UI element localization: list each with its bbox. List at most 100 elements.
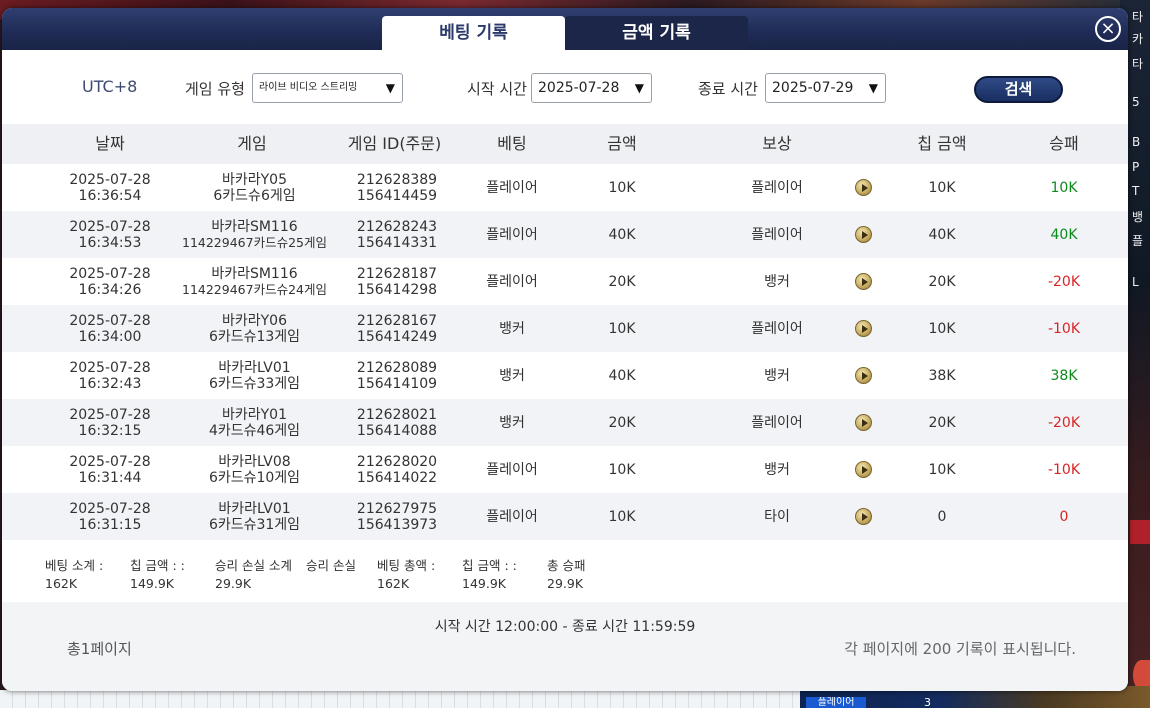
date-cell: 2025-07-28 16:34:53 — [50, 211, 170, 258]
table-row: 2025-07-28 16:34:26 바카라SM116 114229467카드슈24… — [2, 258, 1128, 305]
win-loss-cell: -20K — [1024, 399, 1104, 446]
win-loss-cell-text: 0 — [1059, 508, 1069, 525]
win-loss-cell-text: -20K — [1047, 414, 1081, 431]
tab-betting-history[interactable]: 베팅 기록 — [382, 16, 565, 50]
amount-cell-text: 10K — [608, 508, 636, 525]
win-loss-cell: -10K — [1024, 446, 1104, 493]
date-cell-subtext: 16:31:44 — [78, 469, 142, 486]
background-side-text: L — [1132, 275, 1139, 289]
summary-label: 칩 금액 : : — [130, 558, 185, 573]
bet-cell-text: 뱅커 — [499, 320, 525, 337]
game-cell: 바카라LV01 6카드슈33게임 — [172, 352, 337, 399]
replay-play-icon[interactable] — [855, 273, 872, 290]
result-cell: 플레이어 — [722, 399, 832, 446]
result-cell: 플레이어 — [722, 305, 832, 352]
table-row: 2025-07-28 16:32:15 바카라Y01 4카드슈46게임 21262802… — [2, 399, 1128, 446]
summary-label: 베팅 총액 : — [377, 558, 436, 573]
game-id-cell-text: 212627975 — [356, 500, 438, 517]
end-time-label: 종료 시간 — [698, 80, 758, 98]
date-cell-subtext: 16:34:26 — [78, 281, 142, 298]
game-cell-text: 바카라LV01 — [218, 500, 291, 517]
date-cell-text: 2025-07-28 — [69, 312, 151, 329]
game-cell-subtext: 6카드슈31게임 — [208, 516, 301, 533]
result-cell: 타이 — [722, 493, 832, 540]
result-cell: 뱅커 — [722, 258, 832, 305]
tab-amount-history[interactable]: 금액 기록 — [565, 16, 748, 50]
table-row: 2025-07-28 16:32:43 바카라LV01 6카드슈33게임 2126280… — [2, 352, 1128, 399]
game-cell: 바카라LV08 6카드슈10게임 — [172, 446, 337, 493]
replay-play-icon[interactable] — [855, 414, 872, 431]
date-cell-text: 2025-07-28 — [69, 265, 151, 282]
result-cell: 플레이어 — [722, 164, 832, 211]
table-row: 2025-07-28 16:34:00 바카라Y06 6카드슈13게임 21262816… — [2, 305, 1128, 352]
summary-label: 승리 손실 소계 — [215, 558, 292, 573]
replay-play-icon[interactable] — [855, 179, 872, 196]
result-cell-text: 뱅커 — [764, 461, 790, 478]
date-cell: 2025-07-28 16:34:26 — [50, 258, 170, 305]
game-cell-text: 바카라LV01 — [218, 359, 291, 376]
game-cell: 바카라Y05 6카드슈6게임 — [172, 164, 337, 211]
search-button[interactable]: 검색 — [974, 76, 1063, 103]
chip-amount-cell-text: 0 — [937, 508, 947, 525]
date-cell: 2025-07-28 16:32:15 — [50, 399, 170, 446]
date-cell-text: 2025-07-28 — [69, 406, 151, 423]
replay-play-icon[interactable] — [855, 226, 872, 243]
chip-amount-cell: 10K — [892, 446, 992, 493]
background-side-text: 플 — [1132, 234, 1144, 248]
date-cell-subtext: 16:36:54 — [78, 187, 142, 204]
game-cell: 바카라SM116 114229467카드슈24게임 — [172, 258, 337, 305]
replay-play-icon[interactable] — [855, 320, 872, 337]
amount-cell: 20K — [582, 399, 662, 446]
time-range-text: 시작 시간 12:00:00 - 종료 시간 11:59:59 — [434, 619, 696, 635]
chip-amount-cell-text: 20K — [928, 273, 956, 290]
game-cell: 바카라Y06 6카드슈13게임 — [172, 305, 337, 352]
chip-amount-cell: 20K — [892, 258, 992, 305]
replay-play-icon[interactable] — [855, 508, 872, 525]
win-loss-cell-text: -20K — [1047, 273, 1081, 290]
close-icon[interactable]: ⨯ — [1095, 16, 1121, 42]
game-cell-text: 바카라SM116 — [211, 218, 298, 235]
summary-label: 총 승패 — [547, 558, 586, 573]
game-id-cell-subtext: 156414249 — [356, 328, 438, 345]
replay-play-icon[interactable] — [855, 367, 872, 384]
background-side-text: 타 — [1132, 57, 1144, 71]
game-cell-subtext: 4카드슈46게임 — [208, 422, 301, 439]
result-cell-text: 플레이어 — [751, 226, 803, 243]
game-cell-text: 바카라Y01 — [221, 406, 287, 423]
date-cell: 2025-07-28 16:36:54 — [50, 164, 170, 211]
game-cell: 바카라Y01 4카드슈46게임 — [172, 399, 337, 446]
column-header-game-id: 게임 ID(주문) — [347, 134, 442, 153]
chevron-down-icon: ▼ — [868, 81, 878, 95]
bet-cell: 뱅커 — [472, 399, 552, 446]
chip-amount-cell-text: 10K — [928, 461, 956, 478]
amount-cell-text: 40K — [608, 367, 636, 384]
bet-cell-text: 뱅커 — [499, 367, 525, 384]
chip-amount-cell-text: 20K — [928, 414, 956, 431]
replay-play-icon[interactable] — [855, 461, 872, 478]
amount-cell-text: 40K — [608, 226, 636, 243]
result-cell-text: 플레이어 — [751, 414, 803, 431]
end-date-select[interactable]: 2025-07-29 ▼ — [765, 73, 886, 103]
win-loss-cell-text: -10K — [1047, 461, 1081, 478]
game-id-cell-text: 212628021 — [356, 406, 438, 423]
records-per-page-text: 각 페이지에 200 기록이 표시됩니다. — [844, 640, 1076, 658]
date-cell-subtext: 16:32:15 — [78, 422, 142, 439]
game-id-cell-subtext: 156414331 — [356, 234, 438, 251]
date-cell-subtext: 16:31:15 — [78, 516, 142, 533]
summary-value: 162K — [377, 576, 410, 591]
start-date-select[interactable]: 2025-07-28 ▼ — [531, 73, 652, 103]
bet-cell-text: 플레이어 — [486, 226, 538, 243]
game-id-cell: 212628020 156414022 — [342, 446, 452, 493]
background-side-text: 카 — [1132, 32, 1144, 46]
win-loss-cell-text: -10K — [1047, 320, 1081, 337]
background-red-badge — [1130, 520, 1150, 544]
background-side-text: B — [1132, 135, 1141, 149]
game-type-select[interactable]: 라이브 비디오 스트리밍 ▼ — [252, 73, 403, 103]
game-cell-text: 바카라LV08 — [218, 453, 291, 470]
chip-amount-cell-text: 40K — [928, 226, 956, 243]
date-cell-subtext: 16:34:00 — [78, 328, 142, 345]
background-side-text: 뱅 — [1132, 210, 1144, 224]
date-cell-text: 2025-07-28 — [69, 359, 151, 376]
dialog-footer: 시작 시간 12:00:00 - 종료 시간 11:59:59 총1페이지 각 … — [2, 602, 1128, 691]
summary-label: 승리 손실 — [306, 558, 356, 573]
